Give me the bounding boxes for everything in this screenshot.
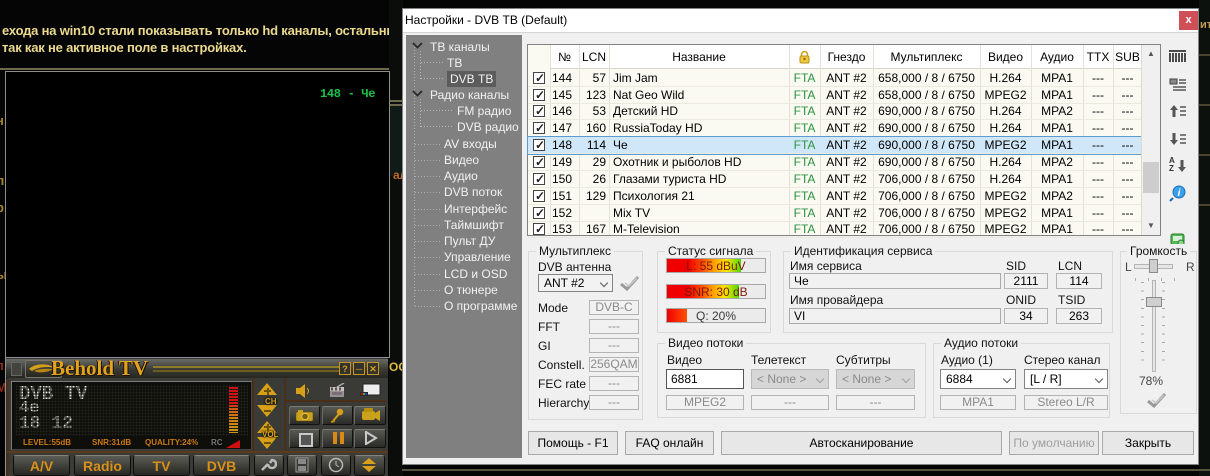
svg-text:i: i [1178, 188, 1181, 199]
